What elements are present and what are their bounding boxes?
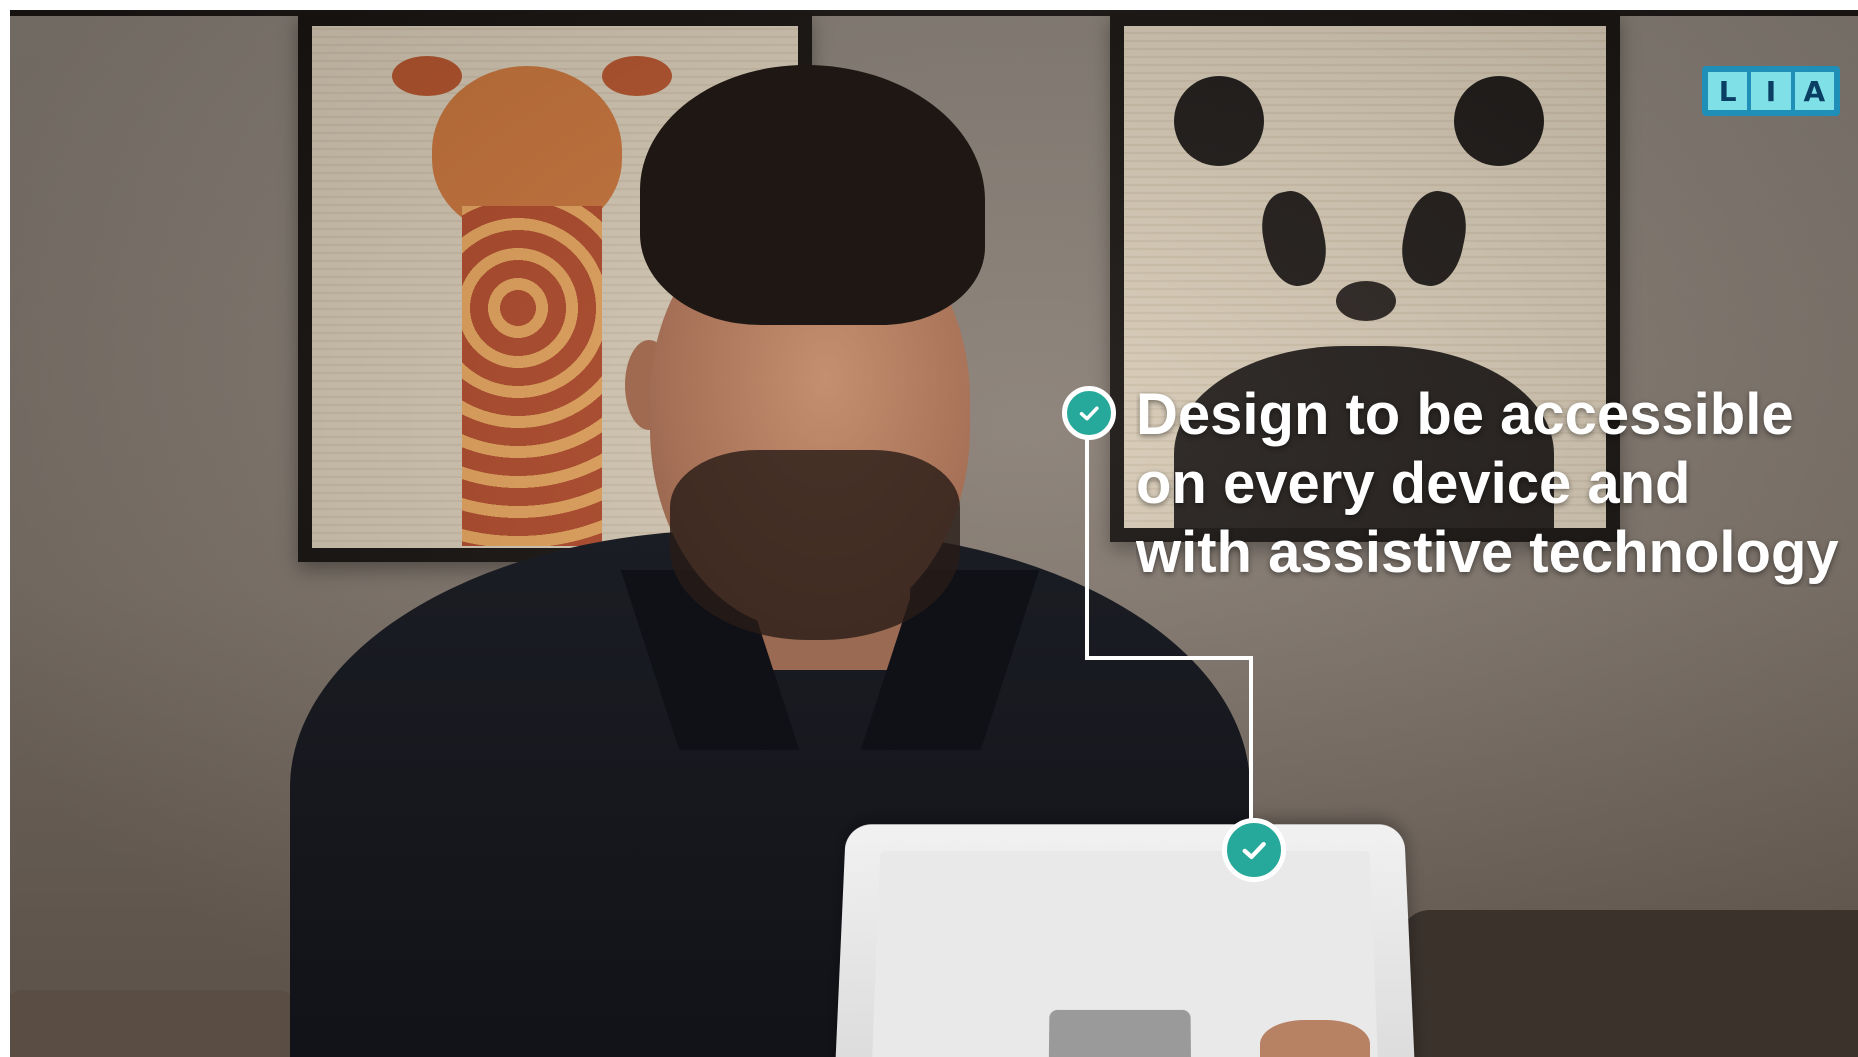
person-beard (670, 450, 960, 640)
tablet-clip (1048, 1009, 1192, 1057)
caption-line: on every device and (1136, 451, 1691, 516)
checkmark-icon (1242, 841, 1266, 859)
logo-letter: A (1794, 72, 1834, 110)
accessibility-caption: Design to be accessible on every device … (1136, 380, 1858, 587)
checkmark-icon (1079, 406, 1099, 421)
caption-line: with assistive technology (1136, 520, 1839, 585)
check-circle-icon (1062, 386, 1116, 440)
logo-letter: I (1751, 72, 1791, 110)
callout-connector-vertical (1085, 432, 1089, 660)
callout-connector-horizontal (1085, 656, 1253, 660)
person-hand (1260, 1020, 1370, 1057)
check-circle-icon (1222, 818, 1286, 882)
lia-logo: L I A (1702, 66, 1840, 116)
logo-letter: L (1708, 72, 1748, 110)
video-frame: Design to be accessible on every device … (10, 10, 1858, 1057)
sofa-left (10, 990, 300, 1057)
sofa-right (1400, 910, 1858, 1057)
caption-line: Design to be accessible (1136, 382, 1794, 447)
